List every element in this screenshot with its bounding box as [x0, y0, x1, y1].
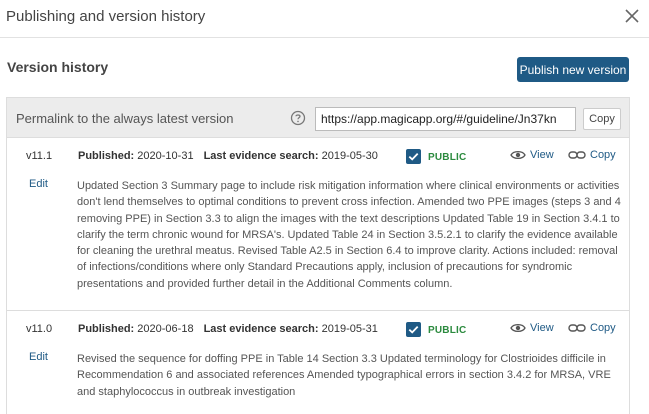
link-icon	[568, 324, 586, 332]
version-number: v11.0	[26, 323, 53, 335]
eye-icon	[510, 150, 526, 160]
evidence-search-date: 2019-05-31	[321, 323, 378, 335]
permalink-bar: Permalink to the always latest version C…	[7, 98, 629, 138]
link-icon	[568, 151, 586, 159]
section-title: Version history	[7, 59, 109, 75]
published-label: Published:	[78, 323, 135, 335]
view-label: View	[530, 322, 554, 334]
edit-version-link[interactable]: Edit	[29, 351, 48, 363]
dialog-title: Publishing and version history	[6, 8, 206, 25]
question-circle-icon[interactable]	[290, 110, 306, 126]
view-version-link[interactable]: View	[510, 149, 554, 161]
copy-label: Copy	[590, 322, 616, 334]
permalink-url-field[interactable]	[315, 107, 576, 131]
copy-version-link[interactable]: Copy	[568, 322, 616, 334]
published-date: 2020-06-18	[137, 323, 194, 335]
version-row: v11.1 Edit Published: 2020-10-31 Last evi…	[7, 139, 629, 311]
version-meta: Published: 2020-06-18 Last evidence searc…	[78, 323, 378, 335]
permalink-label: Permalink to the always latest version	[16, 111, 234, 126]
public-checkbox[interactable]	[406, 149, 421, 164]
close-icon[interactable]	[622, 6, 642, 26]
publish-new-version-button[interactable]: Publish new version	[517, 57, 629, 82]
dialog-header: Publishing and version history	[0, 0, 649, 38]
edit-version-link[interactable]: Edit	[29, 178, 48, 190]
evidence-search-label: Last evidence search:	[203, 323, 319, 335]
public-label: PUBLIC	[428, 325, 467, 336]
version-row: v11.0 Edit Published: 2020-06-18 Last evi…	[7, 312, 629, 414]
copy-permalink-button[interactable]: Copy	[583, 108, 621, 130]
public-checkbox[interactable]	[406, 322, 421, 337]
published-label: Published:	[78, 150, 135, 162]
view-version-link[interactable]: View	[510, 322, 554, 334]
evidence-search-label: Last evidence search:	[203, 150, 319, 162]
eye-icon	[510, 323, 526, 333]
evidence-search-date: 2019-05-30	[321, 150, 378, 162]
public-label: PUBLIC	[428, 152, 467, 163]
version-meta: Published: 2020-10-31 Last evidence searc…	[78, 150, 378, 162]
copy-version-link[interactable]: Copy	[568, 149, 616, 161]
published-date: 2020-10-31	[137, 150, 194, 162]
version-number: v11.1	[26, 150, 53, 162]
version-description: Updated Section 3 Summary page to includ…	[77, 180, 621, 290]
version-history-panel: Permalink to the always latest version C…	[6, 97, 630, 414]
copy-label: Copy	[590, 149, 616, 161]
version-description: Revised the sequence for doffing PPE in …	[77, 353, 611, 398]
view-label: View	[530, 149, 554, 161]
